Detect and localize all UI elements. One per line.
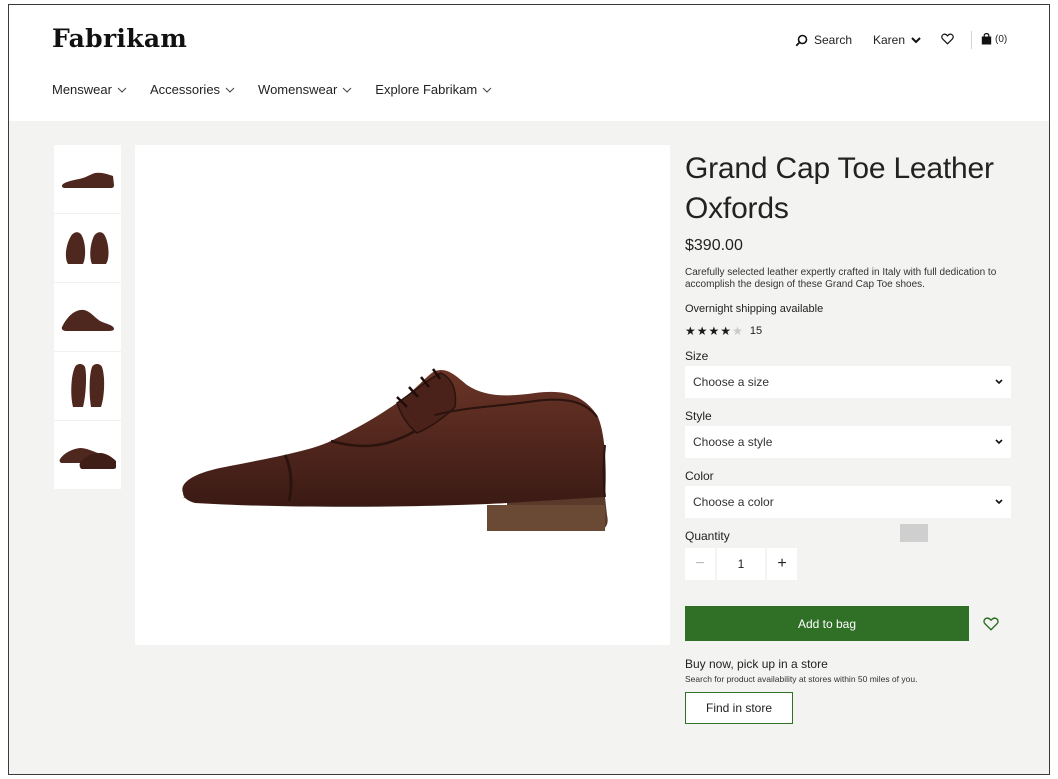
shoe-top-thumbnail — [70, 364, 104, 407]
bag-count: (0) — [995, 33, 1008, 45]
star-filled-icon: ★ — [685, 324, 696, 338]
nav-label: Accessories — [149, 82, 221, 97]
pickup-title: Buy now, pick up in a store — [685, 657, 828, 671]
quantity-increase-button[interactable]: + — [767, 548, 797, 580]
search-label: Search — [814, 33, 853, 47]
chevron-down-icon — [995, 379, 1003, 385]
utility-divider — [971, 31, 972, 49]
product-description: Carefully selected leather expertly craf… — [685, 267, 997, 290]
style-label: Style — [685, 409, 712, 423]
size-select[interactable]: Choose a size — [685, 366, 1011, 398]
quantity-label: Quantity — [685, 529, 730, 543]
product-main-image[interactable] — [135, 145, 670, 645]
thumbnail-pair-side[interactable] — [54, 421, 121, 490]
nav-womenswear[interactable]: Womenswear — [258, 82, 352, 97]
star-filled-icon: ★ — [708, 324, 720, 338]
chevron-down-icon — [342, 87, 352, 93]
nav-accessories[interactable]: Accessories — [150, 82, 235, 97]
nav-menswear[interactable]: Menswear — [52, 82, 127, 97]
thumbnail-pair-front[interactable] — [54, 214, 121, 283]
nav-label: Menswear — [52, 82, 112, 97]
star-filled-icon: ★ — [720, 324, 732, 338]
wishlist-link[interactable] — [941, 33, 954, 45]
search-link[interactable]: Search — [795, 33, 852, 47]
chevron-down-icon — [482, 87, 492, 93]
add-to-bag-row: Add to bag — [685, 606, 1011, 641]
shoe-pair-side-thumbnail — [59, 448, 116, 469]
size-select-value: Choose a size — [693, 375, 770, 389]
shopping-bag-icon — [981, 33, 992, 45]
size-label: Size — [685, 349, 709, 363]
thumbnail-angled-view[interactable] — [54, 283, 121, 352]
product-title: Grand Cap Toe Leather Oxfords — [685, 152, 994, 225]
pickup-subtitle: Search for product availability at store… — [685, 674, 918, 684]
color-select-value: Choose a color — [693, 495, 774, 509]
user-name: Karen — [873, 33, 906, 47]
nav-label: Womenswear — [258, 82, 338, 97]
add-to-wishlist-button[interactable] — [971, 606, 1011, 641]
main-navigation: Menswear Accessories Womenswear Explore … — [52, 82, 515, 97]
color-swatch-preview — [900, 524, 928, 542]
quantity-input[interactable]: 1 — [717, 548, 765, 580]
add-to-bag-button[interactable]: Add to bag — [685, 606, 969, 641]
rating-count: 15 — [749, 325, 763, 337]
style-select[interactable]: Choose a style — [685, 426, 1011, 458]
product-details: Grand Cap Toe Leather Oxfords $390.00 Ca… — [685, 145, 1011, 724]
heart-icon — [941, 33, 954, 45]
chevron-down-icon — [995, 499, 1003, 505]
site-header: Fabrikam Search Karen (0) Menswear Acces… — [9, 5, 1049, 121]
shoe-angle-thumbnail — [61, 309, 114, 331]
quantity-decrease-button[interactable]: − — [685, 548, 715, 580]
oxford-shoe-image — [182, 368, 608, 531]
nav-label: Explore Fabrikam — [375, 82, 478, 97]
thumbnail-side-view[interactable] — [54, 145, 121, 214]
thumbnail-strip — [54, 145, 121, 490]
browser-frame: Fabrikam Search Karen (0) Menswear Acces… — [8, 4, 1050, 775]
star-filled-icon: ★ — [696, 324, 708, 338]
find-in-store-button[interactable]: Find in store — [685, 692, 793, 724]
chevron-down-icon — [117, 87, 127, 93]
thumbnail-top-view[interactable] — [54, 352, 121, 421]
style-select-value: Choose a style — [693, 435, 773, 449]
shoe-side-thumbnail — [61, 172, 114, 188]
heart-icon — [983, 616, 999, 631]
product-price: $390.00 — [685, 237, 743, 254]
quantity-stepper: − 1 + — [685, 548, 1011, 580]
chevron-down-icon — [911, 36, 921, 43]
shipping-note: Overnight shipping available — [685, 303, 824, 315]
color-select[interactable]: Choose a color — [685, 486, 1011, 518]
rating-stars: ★★★★★ — [685, 324, 744, 338]
color-label: Color — [685, 469, 714, 483]
shoe-pair-thumbnail — [65, 232, 109, 264]
account-menu[interactable]: Karen — [873, 33, 921, 47]
chevron-down-icon — [225, 87, 235, 93]
brand-logo[interactable]: Fabrikam — [52, 24, 187, 53]
shopping-bag-link[interactable]: (0) — [981, 33, 1007, 45]
chevron-down-icon — [995, 439, 1003, 445]
nav-explore-fabrikam[interactable]: Explore Fabrikam — [375, 82, 492, 97]
product-rating[interactable]: ★★★★★ 15 — [685, 324, 1011, 338]
search-icon — [795, 34, 808, 46]
star-empty-icon: ★ — [732, 324, 743, 338]
